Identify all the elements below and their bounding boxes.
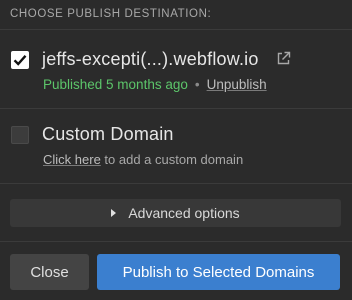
destination-divider <box>0 108 352 109</box>
custom-domain-hint: Click here to add a custom domain <box>43 152 243 167</box>
footer-divider <box>0 241 352 242</box>
checkbox-checked-icon <box>13 55 27 66</box>
external-link-icon[interactable] <box>276 51 291 66</box>
advanced-options-toggle[interactable]: Advanced options <box>10 199 341 227</box>
caret-right-icon <box>111 209 117 217</box>
destination-divider-2 <box>0 183 352 184</box>
webflow-domain-name: jeffs-excepti(...).webflow.io <box>42 49 259 69</box>
webflow-domain-status-row: Published 5 months ago • Unpublish <box>43 77 267 92</box>
advanced-options-label: Advanced options <box>128 205 240 221</box>
unpublish-link[interactable]: Unpublish <box>207 77 267 92</box>
add-custom-domain-link[interactable]: Click here <box>43 152 101 167</box>
publish-destination-heading: CHOOSE PUBLISH DESTINATION: <box>10 8 212 20</box>
custom-domain-name: Custom Domain <box>42 124 174 144</box>
add-custom-domain-suffix: to add a custom domain <box>104 152 244 167</box>
publish-selected-button[interactable]: Publish to Selected Domains <box>97 254 340 290</box>
header-divider <box>0 29 352 30</box>
published-status: Published 5 months ago <box>43 77 188 92</box>
status-separator: • <box>194 77 200 92</box>
custom-domain-checkbox[interactable] <box>11 126 29 144</box>
webflow-domain-checkbox[interactable] <box>11 51 29 69</box>
close-button[interactable]: Close <box>10 254 89 290</box>
